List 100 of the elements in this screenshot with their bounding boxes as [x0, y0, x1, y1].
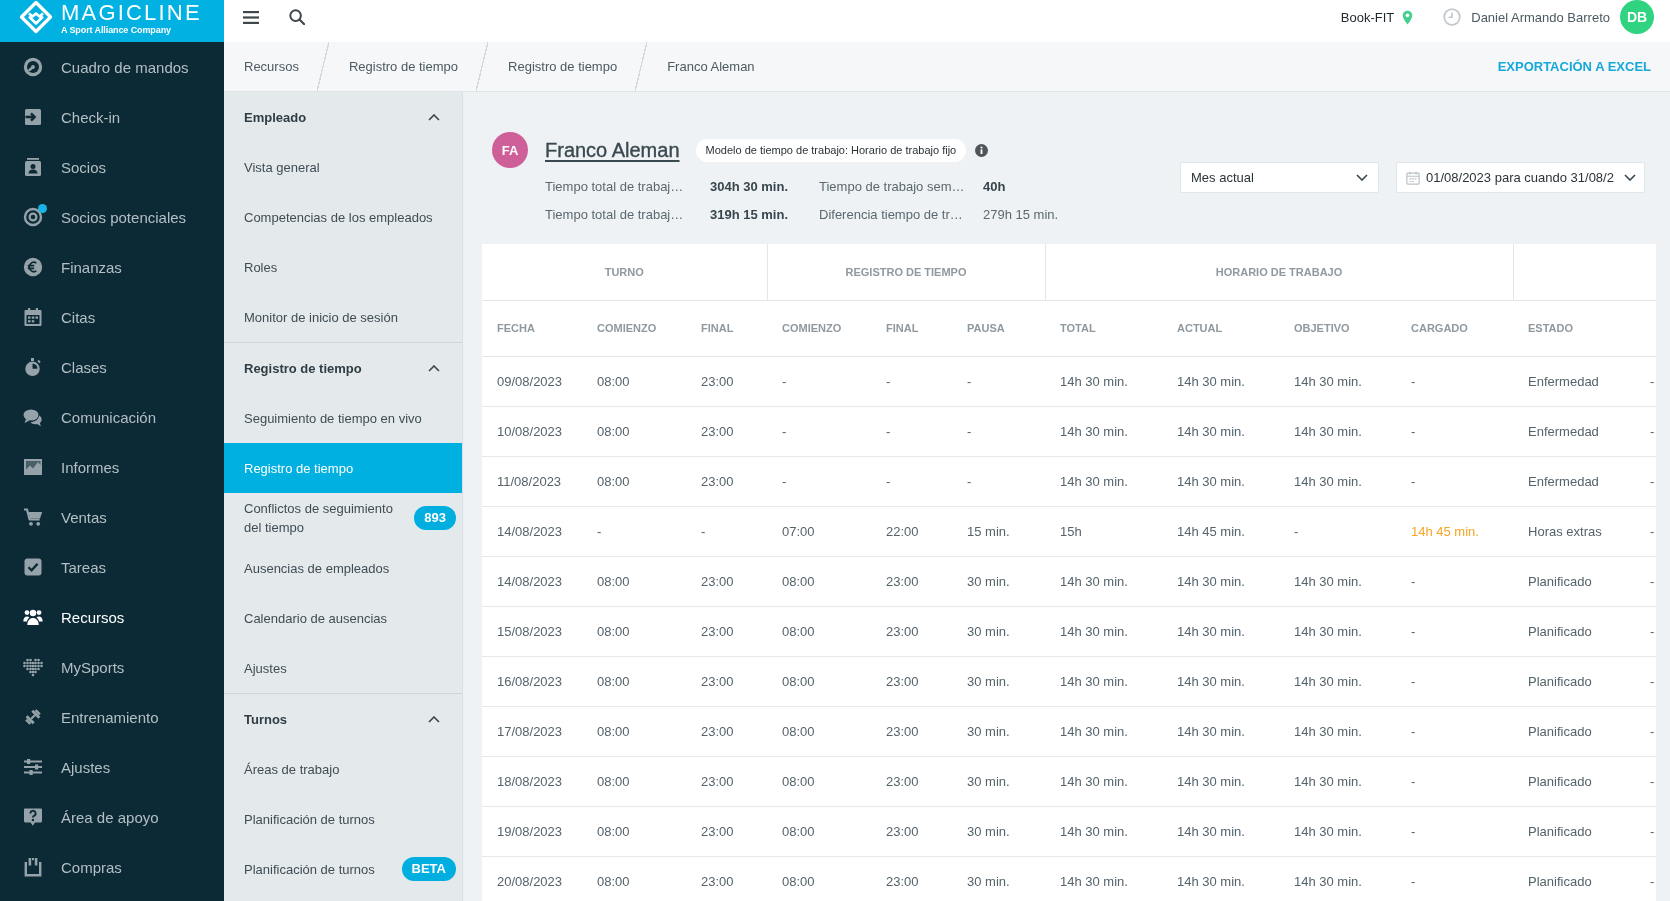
euro-coin-icon: [23, 257, 43, 277]
table-cell: 15 min.: [952, 506, 1045, 556]
brand-tagline: A Sport Alliance Company: [61, 25, 171, 36]
table-cell: 30 min.: [952, 606, 1045, 656]
table-cell: 14h 30 min.: [1279, 706, 1396, 756]
table-cell: -: [1635, 506, 1656, 556]
sidebar-item[interactable]: Informes: [0, 442, 224, 492]
column-header: COMIENZO: [582, 300, 686, 356]
table-cell: -: [1396, 656, 1513, 706]
table-cell: 14h 30 min.: [1279, 756, 1396, 806]
section-header[interactable]: Empleado: [224, 92, 462, 142]
column-header: TOTAL: [1045, 300, 1162, 356]
chat-bubbles-icon: [23, 407, 43, 427]
table-cell: 30 min.: [952, 556, 1045, 606]
table-cell: -: [582, 506, 686, 556]
cart-icon: [23, 507, 43, 527]
table-cell: 23:00: [686, 606, 767, 656]
table-cell: -: [1635, 656, 1656, 706]
dumbbell-icon: [23, 707, 43, 727]
table-cell: 19/08/2023: [482, 806, 582, 856]
sidebar-item[interactable]: Ajustes: [0, 742, 224, 792]
table-cell: 14h 45 min.: [1396, 506, 1513, 556]
sidebar-item[interactable]: Citas: [0, 292, 224, 342]
bag-icon: [23, 857, 43, 877]
sidebar-item[interactable]: Área de apoyo: [0, 792, 224, 842]
table-cell: 23:00: [686, 856, 767, 901]
sidebar-item[interactable]: Tareas: [0, 542, 224, 592]
sidebar-item[interactable]: Recursos: [0, 592, 224, 642]
sidebar-item[interactable]: Entrenamiento: [0, 692, 224, 742]
column-group-header: REGISTRO DE TIEMPO: [767, 244, 1045, 300]
section-header[interactable]: Registro de tiempo: [224, 343, 462, 393]
section-nav-item[interactable]: Planificación de turnos BETA: [224, 844, 462, 894]
section-nav-item[interactable]: Vista general: [224, 142, 462, 192]
section-nav-item[interactable]: Calendario de ausencias: [224, 593, 462, 643]
table-cell: 23:00: [871, 656, 952, 706]
table-cell: 23:00: [686, 706, 767, 756]
table-cell: -: [686, 506, 767, 556]
section-nav-item[interactable]: Ausencias de empleados: [224, 543, 462, 593]
sidebar-item[interactable]: Finanzas: [0, 242, 224, 292]
sidebar-item[interactable]: Socios potenciales: [0, 192, 224, 242]
section-header[interactable]: Turnos: [224, 694, 462, 744]
section-nav-item[interactable]: Seguimiento de tiempo en vivo: [224, 393, 462, 443]
calendar-icon: [1406, 170, 1420, 185]
table-cell: -: [1396, 456, 1513, 506]
employee-name-link[interactable]: Franco Aleman: [545, 138, 680, 162]
table-cell: 14h 30 min.: [1162, 406, 1279, 456]
section-nav-item[interactable]: Competencias de los empleados: [224, 192, 462, 242]
table-cell: 20/08/2023: [482, 856, 582, 901]
sidebar-item[interactable]: Socios: [0, 142, 224, 192]
sidebar-item[interactable]: Check-in: [0, 92, 224, 142]
table-cell: 23:00: [871, 756, 952, 806]
info-icon[interactable]: [975, 143, 989, 157]
section-nav-item[interactable]: Ajustes: [224, 643, 462, 693]
table-cell: 17/08/2023: [482, 706, 582, 756]
table-cell: 14h 30 min.: [1279, 806, 1396, 856]
table-cell: 14h 30 min.: [1045, 606, 1162, 656]
table-cell: 14h 30 min.: [1162, 356, 1279, 406]
dotted-heart-icon: [23, 657, 43, 677]
sidebar-item[interactable]: Ventas: [0, 492, 224, 542]
table-cell: 14h 30 min.: [1279, 856, 1396, 901]
menu-icon[interactable]: [243, 10, 259, 24]
table-cell: -: [767, 456, 871, 506]
period-dropdown[interactable]: Mes actual: [1180, 162, 1379, 193]
table-cell: 08:00: [767, 806, 871, 856]
column-header: PAUSA: [952, 300, 1045, 356]
section-nav-item[interactable]: Monitor de inicio de sesión: [224, 292, 462, 342]
section-nav-item[interactable]: Planificación de turnos: [224, 794, 462, 844]
sidebar-item[interactable]: Comunicación: [0, 392, 224, 442]
breadcrumb-link[interactable]: Franco Aleman: [647, 42, 771, 91]
gauge-icon: [23, 57, 43, 77]
sliders-icon: [23, 757, 43, 777]
table-cell: -: [1635, 606, 1656, 656]
sidebar-item[interactable]: Compras: [0, 842, 224, 892]
studio-name[interactable]: Book-FIT: [1340, 9, 1395, 25]
table-cell: Planificado: [1513, 756, 1635, 806]
stopwatch-icon: [23, 357, 43, 377]
section-nav-item[interactable]: Roles: [224, 242, 462, 292]
sidebar-item[interactable]: Clases: [0, 342, 224, 392]
table-cell: -: [952, 456, 1045, 506]
sidebar-item[interactable]: MySports: [0, 642, 224, 692]
section-nav-item[interactable]: Áreas de trabajo: [224, 744, 462, 794]
table-cell: 14h 30 min.: [1045, 456, 1162, 506]
table-cell: Planificado: [1513, 706, 1635, 756]
date-range-field[interactable]: 01/08/2023 para cuando 31/08/2: [1396, 162, 1645, 193]
table-cell: 14h 30 min.: [1045, 806, 1162, 856]
table-cell: Enfermedad: [1513, 456, 1635, 506]
table-cell: 14h 30 min.: [1279, 356, 1396, 406]
help-bubble-icon: [23, 807, 43, 827]
table-cell: Planificado: [1513, 606, 1635, 656]
section-nav-item[interactable]: Conflictos de seguimiento del tiempo 893: [224, 493, 462, 543]
sidebar-item[interactable]: Cuadro de mandos: [0, 42, 224, 92]
count-badge: 893: [414, 506, 456, 530]
work-model-tag: Modelo de tiempo de trabajo: Horario de trabajo fijo: [695, 138, 967, 162]
table-cell: 14h 30 min.: [1045, 356, 1162, 406]
user-name[interactable]: Daniel Armando Barreto: [1471, 9, 1610, 25]
table-cell: 14h 45 min.: [1162, 506, 1279, 556]
table-cell: -: [1396, 406, 1513, 456]
search-icon[interactable]: [289, 9, 305, 25]
table-cell: 30 min.: [952, 706, 1045, 756]
employee-avatar: FA: [492, 132, 528, 168]
